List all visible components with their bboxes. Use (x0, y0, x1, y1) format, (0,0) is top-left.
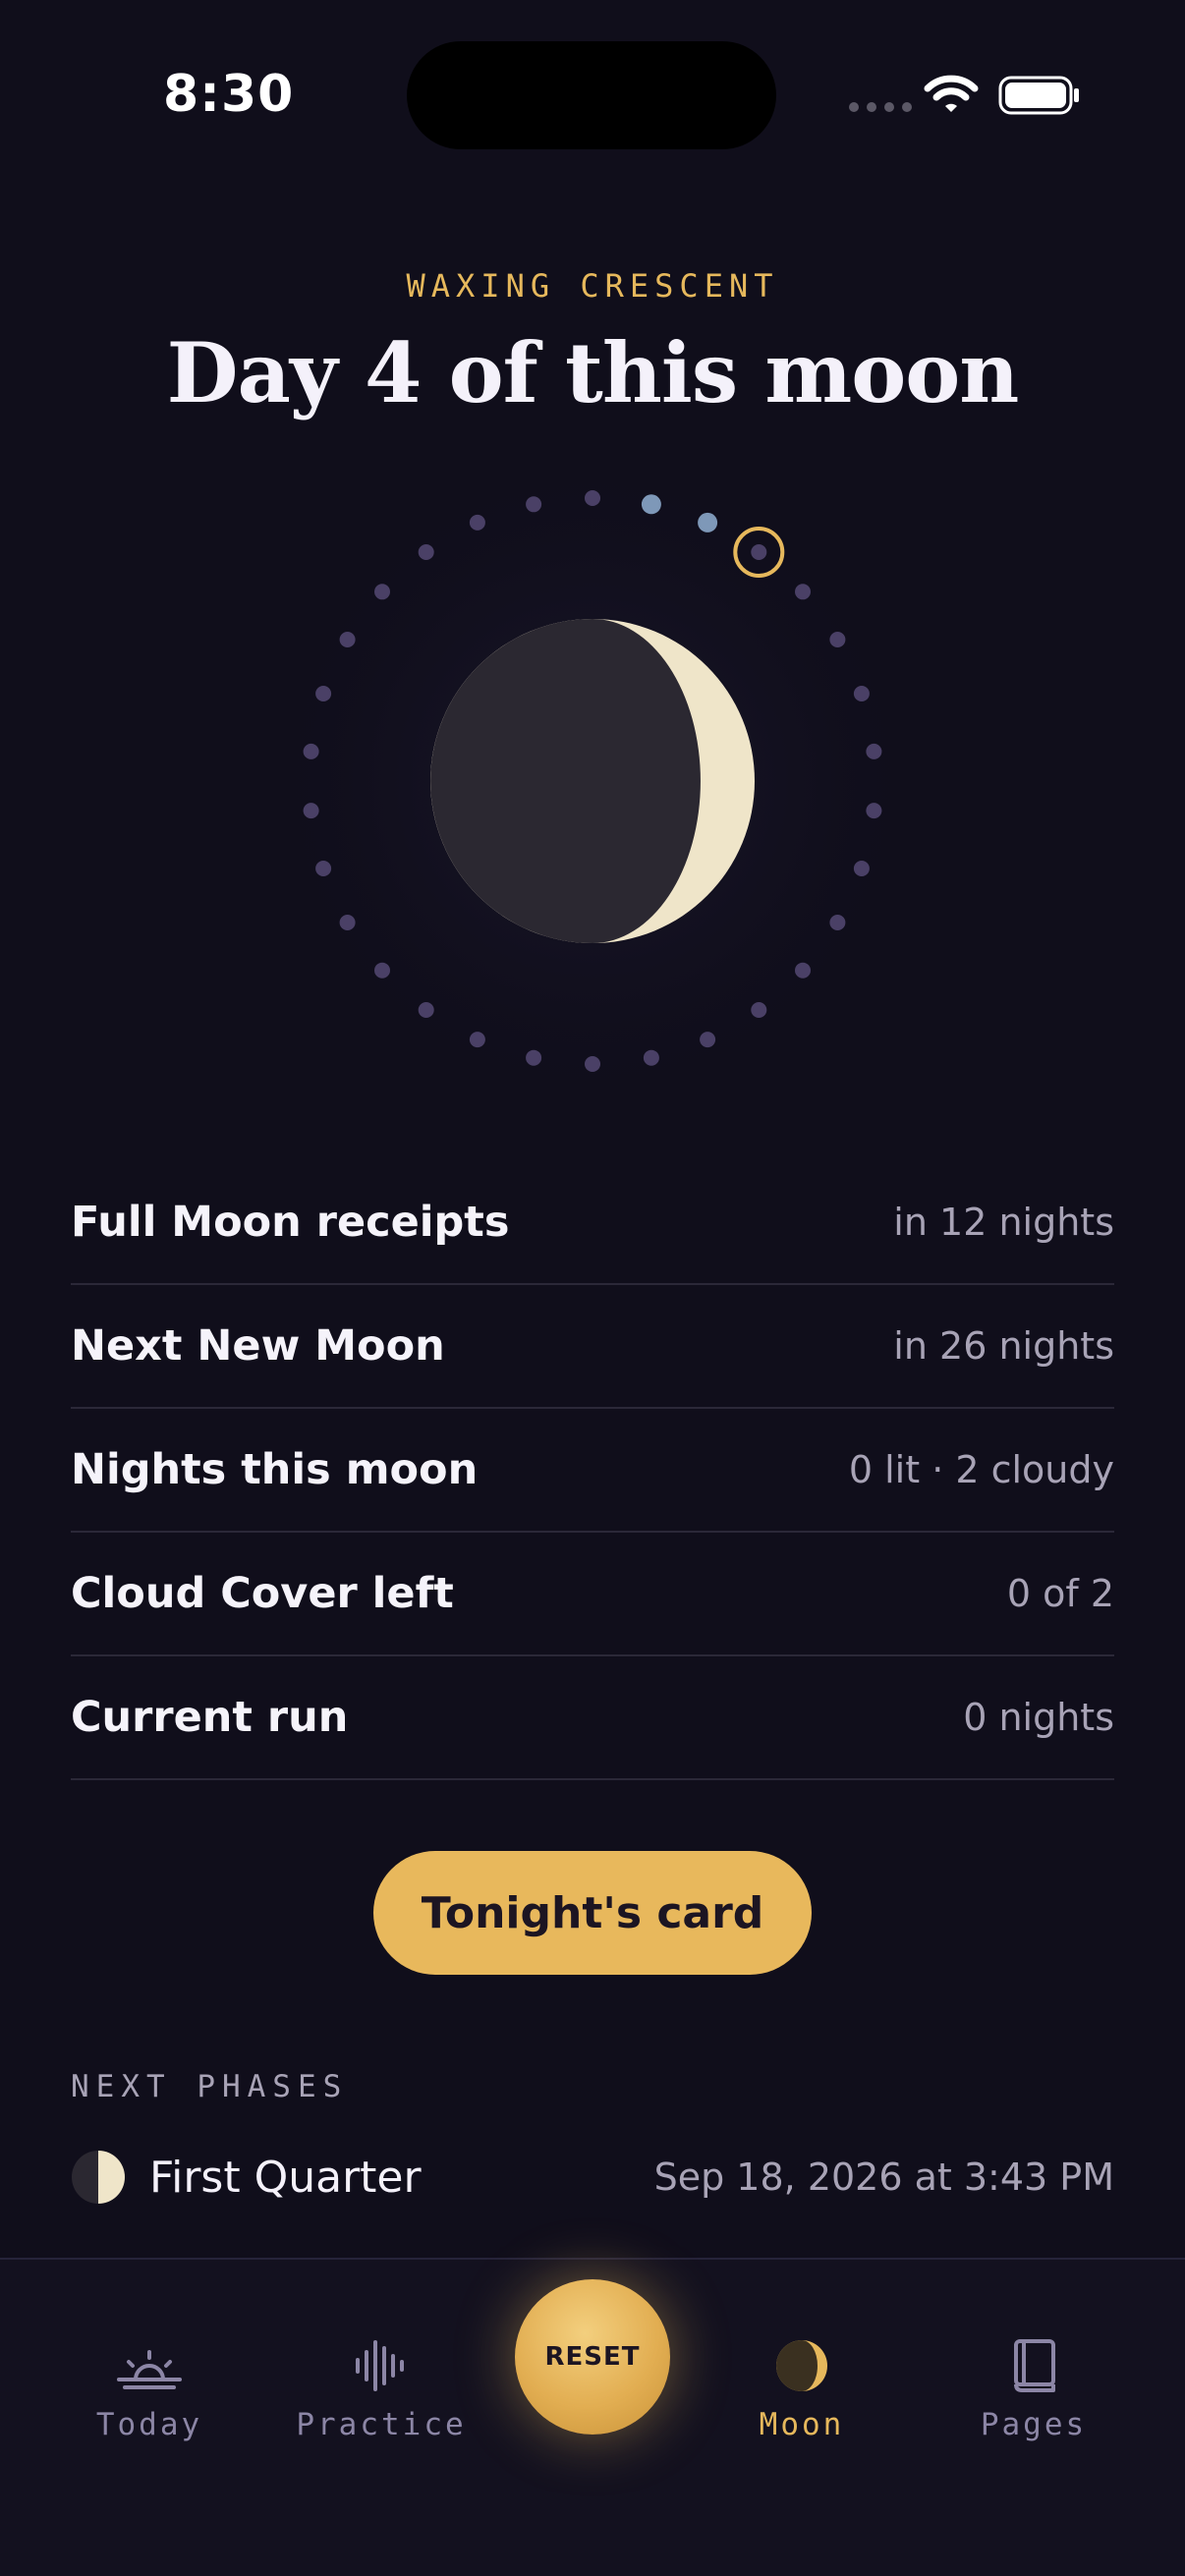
info-row-full-moon: Full Moon receipts in 12 nights (71, 1161, 1114, 1285)
phase-label: WAXING CRESCENT (406, 267, 779, 305)
page-title: Day 4 of this moon (166, 324, 1020, 421)
tab-moon[interactable]: Moon (694, 2338, 910, 2442)
night-dot (315, 861, 332, 876)
info-value: 0 of 2 (1006, 1572, 1114, 1615)
night-dot-cloudy (641, 494, 661, 515)
tab-today[interactable]: Today (41, 2338, 257, 2442)
night-dot (526, 1049, 542, 1066)
dynamic-island (407, 41, 776, 149)
tab-label: Today (95, 2407, 203, 2442)
tab-label: Practice (296, 2407, 467, 2442)
night-dot-cloudy (698, 512, 718, 532)
night-dot (339, 632, 356, 647)
tab-label: Pages (980, 2407, 1088, 2442)
night-dot (829, 915, 846, 930)
book-icon (1014, 2339, 1055, 2392)
info-row-cloud-cover: Cloud Cover left 0 of 2 (71, 1533, 1114, 1656)
info-label: Nights this moon (71, 1445, 479, 1494)
wifi-icon (924, 75, 979, 112)
sunrise-icon (117, 2350, 182, 2389)
status-bar: 8:30 (0, 0, 1185, 177)
night-dot (700, 1032, 716, 1048)
night-dot (866, 743, 882, 759)
info-label: Full Moon receipts (71, 1198, 510, 1247)
crescent-moon (430, 619, 755, 943)
moon-dial (0, 462, 1185, 1091)
info-row-nights-this-moon: Nights this moon 0 lit · 2 cloudy (71, 1409, 1114, 1533)
tonights-card-button[interactable]: Tonight's card (373, 1851, 812, 1975)
night-dot (829, 632, 846, 647)
night-dot (374, 962, 390, 979)
night-dot (374, 584, 390, 600)
night-dot (853, 686, 870, 701)
info-label: Cloud Cover left (71, 1569, 454, 1618)
tab-pages[interactable]: Pages (926, 2338, 1142, 2442)
next-phases-heading: NEXT PHASES (71, 2069, 349, 2104)
night-dot (751, 1002, 767, 1018)
night-dot (339, 915, 356, 930)
info-value: 0 nights (963, 1696, 1114, 1739)
battery-icon (998, 76, 1079, 115)
info-value: 0 lit · 2 cloudy (848, 1448, 1114, 1491)
next-phase-left: First Quarter (71, 2150, 422, 2205)
reset-button[interactable]: RESET (515, 2279, 670, 2435)
cellular-signal-icon (849, 102, 912, 112)
night-dot (643, 1049, 659, 1066)
night-dot (853, 861, 870, 876)
crescent-moon-icon (776, 2340, 827, 2391)
first-quarter-icon (72, 2151, 125, 2204)
info-row-next-new-moon: Next New Moon in 26 nights (71, 1285, 1114, 1409)
night-dot (795, 584, 811, 600)
night-dot (585, 1056, 600, 1072)
next-phase-date: Sep 18, 2026 at 3:43 PM (653, 2156, 1114, 2199)
night-dot (418, 544, 434, 560)
tab-practice[interactable]: Practice (273, 2338, 489, 2442)
night-dot (585, 490, 600, 506)
tab-label: Moon (759, 2407, 845, 2442)
night-dot (315, 686, 332, 701)
night-dot (469, 514, 485, 531)
info-label: Next New Moon (71, 1321, 445, 1371)
night-dot (795, 962, 811, 979)
moon-dial-graphic (258, 462, 927, 1091)
moon-stats-list: Full Moon receipts in 12 nights Next New… (71, 1161, 1114, 1780)
night-dot (303, 803, 319, 819)
status-time: 8:30 (163, 65, 295, 124)
next-phase-name: First Quarter (149, 2152, 422, 2203)
night-dot (469, 1032, 485, 1048)
night-dot (866, 803, 882, 819)
info-value: in 26 nights (893, 1324, 1114, 1368)
info-value: in 12 nights (893, 1201, 1114, 1244)
next-phase-item[interactable]: First Quarter Sep 18, 2026 at 3:43 PM (71, 2148, 1114, 2207)
night-dot (526, 496, 542, 513)
night-dot (303, 743, 319, 759)
info-row-current-run: Current run 0 nights (71, 1656, 1114, 1780)
night-dot (751, 544, 767, 560)
night-dot (418, 1002, 434, 1018)
info-label: Current run (71, 1693, 349, 1742)
soundwave-icon (356, 2340, 404, 2391)
